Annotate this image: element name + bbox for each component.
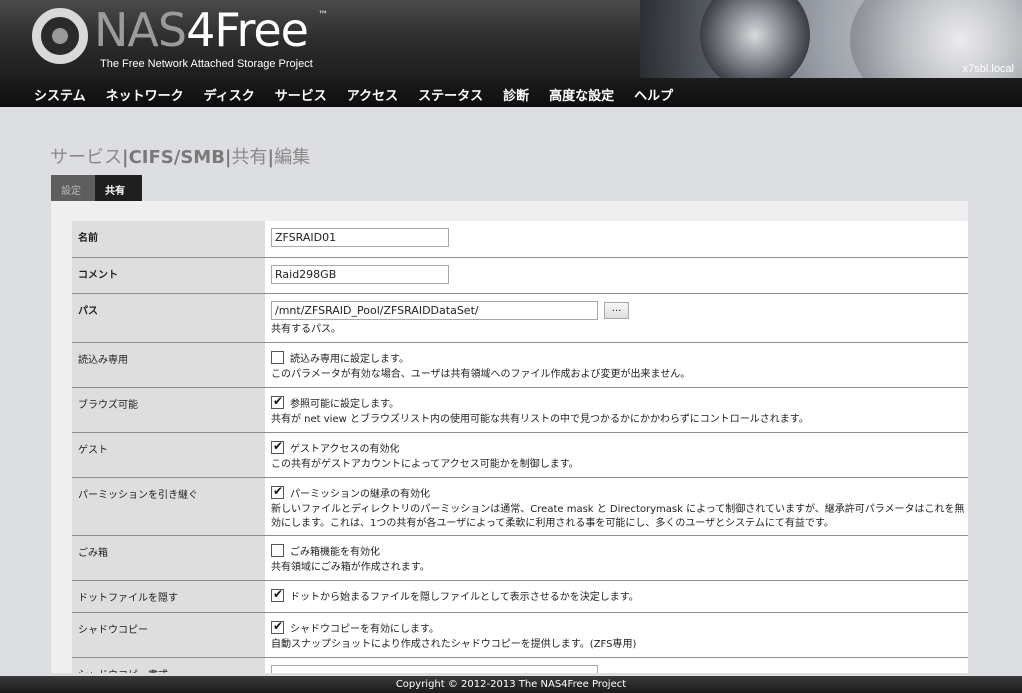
nav-item-system[interactable]: システム	[24, 78, 96, 107]
inherit-description: 新しいファイルとディレクトリのパーミッションは通常、Create mask と …	[271, 504, 965, 529]
page-title: サービス|CIFS/SMB|共有|編集	[50, 143, 310, 169]
title-edit: 編集	[274, 147, 311, 168]
readonly-check-line: 読込み専用に設定します。	[271, 350, 968, 365]
form-row-inherit-permissions: パーミッションを引き継ぐ パーミッションの継承の有効化 新しいファイルとディレク…	[72, 478, 968, 536]
disk-spindle-image	[700, 0, 810, 78]
inherit-cell: パーミッションの継承の有効化 新しいファイルとディレクトリのパーミッションは通常…	[265, 478, 968, 535]
title-separator: |	[224, 147, 232, 168]
recycle-description: 共有領域にごみ箱が作成されます。	[271, 562, 430, 573]
nav-item-access[interactable]: アクセス	[337, 78, 408, 107]
name-input[interactable]	[271, 228, 449, 247]
shadow-copy-check-line: シャドウコピーを有効にします。	[271, 619, 968, 635]
nav-item-diagnostics[interactable]: 診断	[493, 78, 539, 107]
share-edit-form: 名前 コメント パス ... 共有するパス。 読込み専用 読込み専用に設定します…	[72, 221, 968, 673]
shadow-copy-label: シャドウコピー	[72, 613, 265, 657]
path-cell: ... 共有するパス。	[265, 294, 968, 342]
form-row-guest: ゲスト ゲストアクセスの有効化 この共有がゲストアカウントによってアクセス可能か…	[72, 433, 968, 478]
hide-dot-check-line: ドットから始まるファイルを隠しファイルとして表示させるかを決定します。	[271, 587, 968, 603]
comment-cell	[265, 258, 968, 293]
inherit-checkbox[interactable]	[271, 484, 284, 499]
nav-item-network[interactable]: ネットワーク	[96, 78, 194, 107]
nav-item-help[interactable]: ヘルプ	[624, 78, 683, 107]
readonly-cell: 読込み専用に設定します。 このパラメータが有効な場合、ユーザは共有領域へのファイ…	[265, 343, 968, 387]
hide-dot-check-label: ドットから始まるファイルを隠しファイルとして表示させるかを決定します。	[290, 592, 639, 603]
inherit-check-line: パーミッションの継承の有効化	[271, 484, 968, 500]
logo-trademark: ™	[318, 10, 328, 21]
readonly-description: このパラメータが有効な場合、ユーザは共有領域へのファイル作成および変更が出来ませ…	[271, 369, 691, 380]
shadow-format-label: シャドウコピー書式	[72, 658, 265, 673]
recycle-cell: ごみ箱機能を有効化 共有領域にごみ箱が作成されます。	[265, 536, 968, 580]
name-cell	[265, 221, 968, 257]
hide-dot-cell: ドットから始まるファイルを隠しファイルとして表示させるかを決定します。	[265, 581, 968, 612]
tab-settings[interactable]: 設定	[51, 175, 95, 201]
shadow-copy-cell: シャドウコピーを有効にします。 自動スナップショットにより作成されたシャドウコピ…	[265, 613, 968, 657]
guest-checkbox[interactable]	[271, 439, 284, 454]
form-row-comment: コメント	[72, 258, 968, 294]
name-label: 名前	[72, 221, 265, 257]
recycle-checkbox[interactable]	[271, 544, 284, 557]
inherit-check-label: パーミッションの継承の有効化	[290, 489, 430, 500]
readonly-check-label: 読込み専用に設定します。	[290, 354, 409, 365]
inherit-label: パーミッションを引き継ぐ	[72, 478, 265, 535]
form-row-browsable: ブラウズ可能 参照可能に設定します。 共有が net view とブラウズリスト…	[72, 388, 968, 433]
shadow-copy-description: 自動スナップショットにより作成されたシャドウコピーを提供します。(ZFS専用)	[271, 639, 637, 650]
comment-label: コメント	[72, 258, 265, 293]
readonly-checkbox[interactable]	[271, 351, 284, 364]
shadow-format-cell	[265, 658, 968, 673]
nav-item-disks[interactable]: ディスク	[194, 78, 265, 107]
shadow-copy-checkbox[interactable]	[271, 619, 284, 634]
form-row-shadow-copy: シャドウコピー シャドウコピーを有効にします。 自動スナップショットにより作成さ…	[72, 613, 968, 658]
recycle-check-line: ごみ箱機能を有効化	[271, 543, 968, 558]
browsable-cell: 参照可能に設定します。 共有が net view とブラウズリスト内の使用可能な…	[265, 388, 968, 432]
path-label: パス	[72, 294, 265, 342]
tab-bar: 設定 共有	[51, 175, 142, 201]
form-row-shadow-format: シャドウコピー書式	[72, 658, 968, 673]
browsable-label: ブラウズ可能	[72, 388, 265, 432]
logo-nas: NAS	[94, 3, 187, 57]
title-cifs-link[interactable]: CIFS/SMB	[129, 147, 225, 168]
hostname: x7sbl.local	[962, 63, 1014, 75]
shadow-copy-check-label: シャドウコピーを有効にします。	[290, 624, 439, 635]
guest-check-label: ゲストアクセスの有効化	[290, 444, 400, 455]
footer: Copyright © 2012-2013 The NAS4Free Proje…	[0, 676, 1022, 693]
form-row-path: パス ... 共有するパス。	[72, 294, 968, 343]
main-nav: システム ネットワーク ディスク サービス アクセス ステータス 診断 高度な設…	[0, 78, 1022, 107]
hide-dot-checkbox[interactable]	[271, 587, 284, 602]
title-separator: |	[122, 147, 129, 168]
nav-item-services[interactable]: サービス	[265, 78, 337, 107]
browsable-description: 共有が net view とブラウズリスト内の使用可能な共有リストの中で見つかる…	[271, 414, 809, 425]
form-row-name: 名前	[72, 221, 968, 258]
form-row-hide-dot-files: ドットファイルを隠す ドットから始まるファイルを隠しファイルとして表示させるかを…	[72, 581, 968, 613]
form-row-recycle: ごみ箱 ごみ箱機能を有効化 共有領域にごみ箱が作成されます。	[72, 536, 968, 581]
browsable-check-label: 参照可能に設定します。	[290, 399, 399, 410]
title-services-link[interactable]: サービス	[50, 147, 122, 168]
header: NAS4Free ™ The Free Network Attached Sto…	[0, 0, 1022, 78]
logo-tagline: The Free Network Attached Storage Projec…	[100, 58, 313, 70]
title-shares-link[interactable]: 共有	[232, 147, 268, 168]
guest-cell: ゲストアクセスの有効化 この共有がゲストアカウントによってアクセス可能かを制御し…	[265, 433, 968, 477]
path-description: 共有するパス。	[271, 324, 341, 335]
logo-icon	[32, 8, 88, 64]
browsable-checkbox[interactable]	[271, 394, 284, 409]
tab-shares[interactable]: 共有	[95, 175, 142, 201]
browse-button[interactable]: ...	[604, 302, 629, 319]
path-input[interactable]	[271, 301, 598, 320]
logo-text: NAS4Free	[94, 3, 309, 57]
guest-label: ゲスト	[72, 433, 265, 477]
shadow-format-input[interactable]	[271, 665, 598, 673]
recycle-label: ごみ箱	[72, 536, 265, 580]
readonly-label: 読込み専用	[72, 343, 265, 387]
comment-input[interactable]	[271, 265, 449, 284]
guest-check-line: ゲストアクセスの有効化	[271, 439, 968, 455]
guest-description: この共有がゲストアカウントによってアクセス可能かを制御します。	[271, 459, 579, 470]
logo-free: 4Free	[186, 3, 309, 57]
browsable-check-line: 参照可能に設定します。	[271, 394, 968, 410]
content-panel: 名前 コメント パス ... 共有するパス。 読込み専用 読込み専用に設定します…	[51, 201, 968, 673]
hide-dot-label: ドットファイルを隠す	[72, 581, 265, 612]
form-row-readonly: 読込み専用 読込み専用に設定します。 このパラメータが有効な場合、ユーザは共有領…	[72, 343, 968, 388]
nav-item-advanced[interactable]: 高度な設定	[539, 78, 624, 107]
nav-item-status[interactable]: ステータス	[408, 78, 493, 107]
recycle-check-label: ごみ箱機能を有効化	[290, 547, 380, 558]
